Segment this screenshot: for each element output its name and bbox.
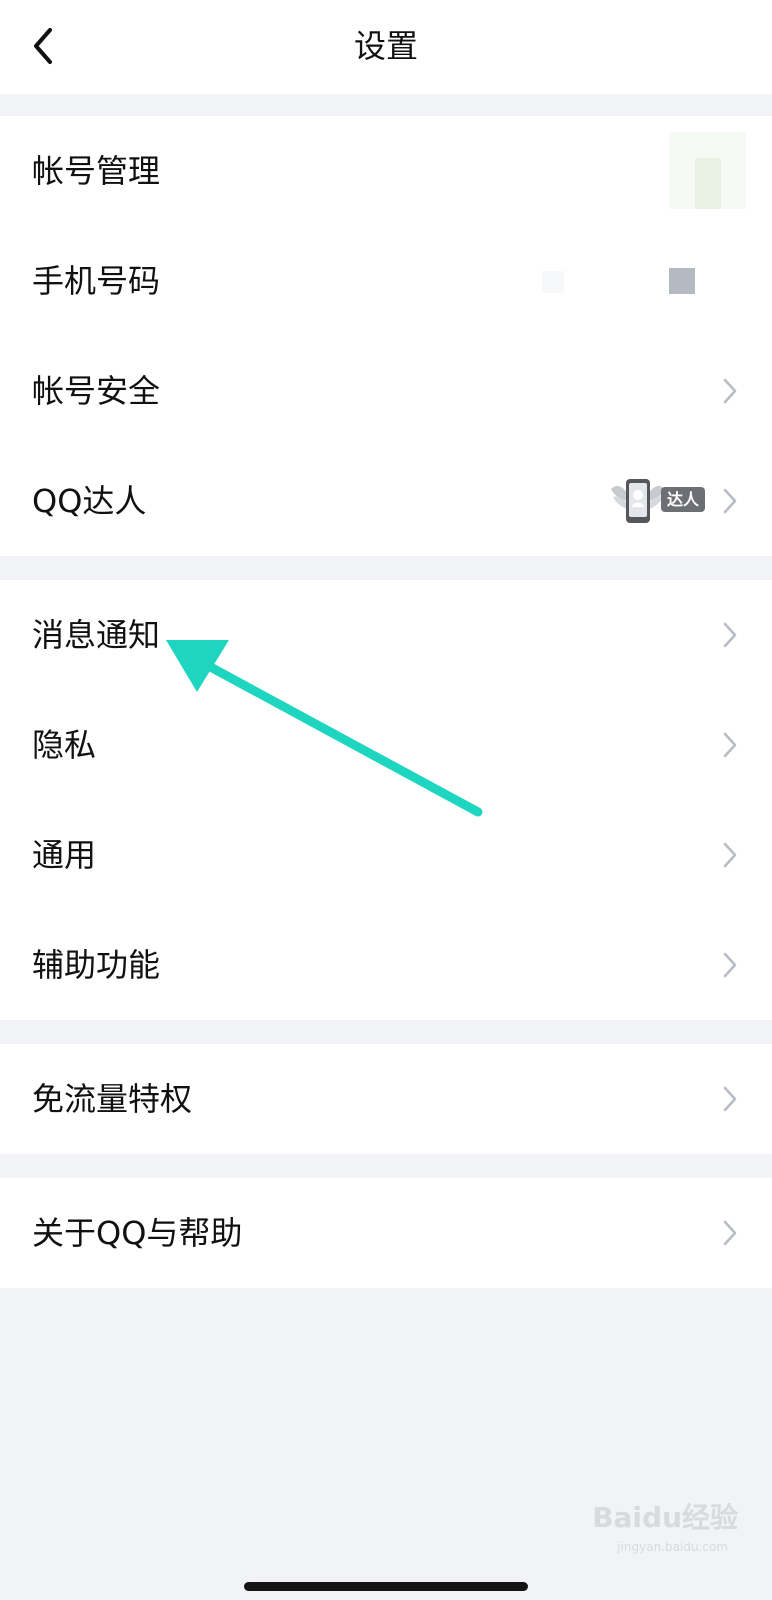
masked-value-fragment	[542, 271, 564, 293]
page-title: 设置	[353, 27, 418, 65]
navigation-bar: 设置	[0, 0, 772, 94]
qq-daren-badge: 达人	[607, 471, 705, 531]
chevron-right-icon	[723, 378, 737, 404]
settings-row-privacy[interactable]: 隐私	[0, 690, 772, 800]
settings-group-data-plan: 免流量特权	[0, 1044, 772, 1154]
settings-row-free-data[interactable]: 免流量特权	[0, 1044, 772, 1154]
row-label: QQ达人	[32, 482, 147, 520]
watermark-logo: Baidu经验	[592, 1501, 738, 1534]
row-label: 帐号安全	[32, 372, 161, 410]
masked-value	[669, 268, 695, 294]
chevron-right-icon	[723, 488, 737, 514]
chevron-right-icon	[723, 1086, 737, 1112]
row-label: 免流量特权	[32, 1080, 193, 1118]
settings-group-account: 帐号管理 手机号码 帐号安全 QQ达人 达人	[0, 116, 772, 556]
home-indicator[interactable]	[244, 1582, 528, 1591]
settings-row-accessibility[interactable]: 辅助功能	[0, 910, 772, 1020]
row-label: 帐号管理	[32, 152, 161, 190]
badge-label: 达人	[661, 487, 705, 512]
row-label: 消息通知	[32, 616, 161, 654]
settings-row-phone-number[interactable]: 手机号码	[0, 226, 772, 336]
settings-row-notifications[interactable]: 消息通知	[0, 580, 772, 690]
row-label: 通用	[32, 836, 97, 874]
settings-group-about: 关于QQ与帮助	[0, 1178, 772, 1288]
chevron-right-icon	[723, 622, 737, 648]
row-label: 隐私	[32, 726, 97, 764]
row-label: 手机号码	[32, 262, 161, 300]
chevron-right-icon	[723, 732, 737, 758]
settings-row-account-management[interactable]: 帐号管理	[0, 116, 772, 226]
watermark-url: jingyan.baidu.com	[617, 1540, 728, 1554]
settings-row-general[interactable]: 通用	[0, 800, 772, 910]
row-label: 辅助功能	[32, 946, 161, 984]
settings-row-qq-daren[interactable]: QQ达人 达人	[0, 446, 772, 556]
settings-row-about-help[interactable]: 关于QQ与帮助	[0, 1178, 772, 1288]
winged-phone-icon	[611, 479, 665, 523]
chevron-right-icon	[723, 952, 737, 978]
settings-group-preferences: 消息通知 隐私 通用 辅助功能	[0, 580, 772, 1020]
avatar	[669, 132, 746, 209]
settings-row-account-security[interactable]: 帐号安全	[0, 336, 772, 446]
chevron-right-icon	[723, 1220, 737, 1246]
row-label: 关于QQ与帮助	[32, 1214, 243, 1252]
avatar-mosaic	[695, 158, 721, 209]
chevron-right-icon	[723, 842, 737, 868]
